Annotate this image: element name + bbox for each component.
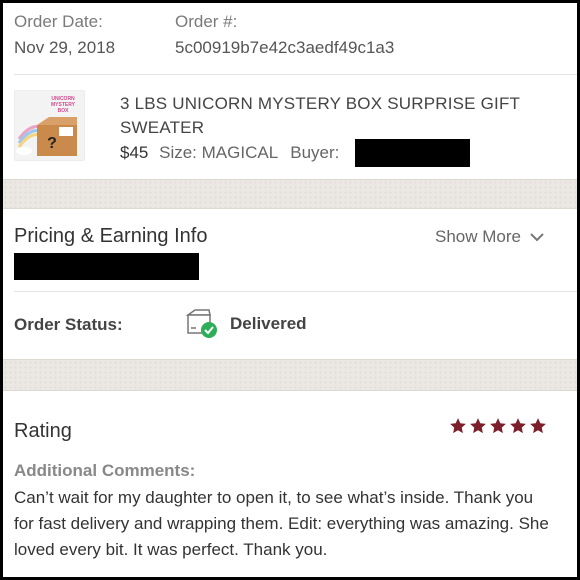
- show-more-label: Show More: [435, 227, 521, 246]
- divider: [14, 74, 577, 75]
- buyer-label: Buyer:: [290, 143, 340, 162]
- earnings-redaction: [14, 253, 199, 280]
- comments-text: Can’t wait for my daughter to open it, t…: [14, 488, 549, 559]
- order-status-label: Order Status:: [14, 315, 123, 334]
- order-number-value: 5c00919b7e42c3aedf49c1a3: [175, 38, 395, 57]
- divider: [14, 291, 577, 292]
- item-thumbnail[interactable]: ? UNICORN MYSTERY BOX: [14, 90, 85, 161]
- size-value: MAGICAL: [201, 143, 278, 162]
- item-meta: $45 Size: MAGICAL Buyer:: [120, 143, 339, 163]
- order-number-label: Order #:: [175, 12, 238, 31]
- chevron-down-icon: [530, 233, 544, 242]
- order-status-value: Delivered: [230, 314, 307, 333]
- rating-stars: [447, 417, 547, 435]
- star-icon: [490, 418, 506, 434]
- order-date-value: Nov 29, 2018: [14, 38, 116, 57]
- package-delivered-icon: [185, 308, 219, 340]
- section-separator: [3, 359, 577, 391]
- order-date-label: Order Date:: [14, 12, 103, 31]
- rating-title: Rating: [14, 420, 72, 442]
- buyer-redaction: [355, 139, 470, 167]
- pricing-title: Pricing & Earning Info: [14, 225, 208, 247]
- section-separator: [3, 179, 577, 209]
- thumbnail-caption: UNICORN MYSTERY BOX: [51, 96, 75, 114]
- item-title[interactable]: 3 LBS UNICORN MYSTERY BOX SURPRISE GIFT …: [120, 92, 560, 140]
- svg-text:?: ?: [47, 135, 57, 152]
- item-price: $45: [120, 143, 149, 162]
- show-more-button[interactable]: Show More: [435, 227, 545, 247]
- order-details-screen: Order Date: Nov 29, 2018 Order #: 5c0091…: [3, 3, 577, 577]
- size-label: Size:: [159, 143, 197, 162]
- star-icon: [450, 418, 466, 434]
- star-icon: [510, 418, 526, 434]
- comments-label: Additional Comments:: [14, 461, 196, 480]
- star-icon: [530, 418, 546, 434]
- star-icon: [470, 418, 486, 434]
